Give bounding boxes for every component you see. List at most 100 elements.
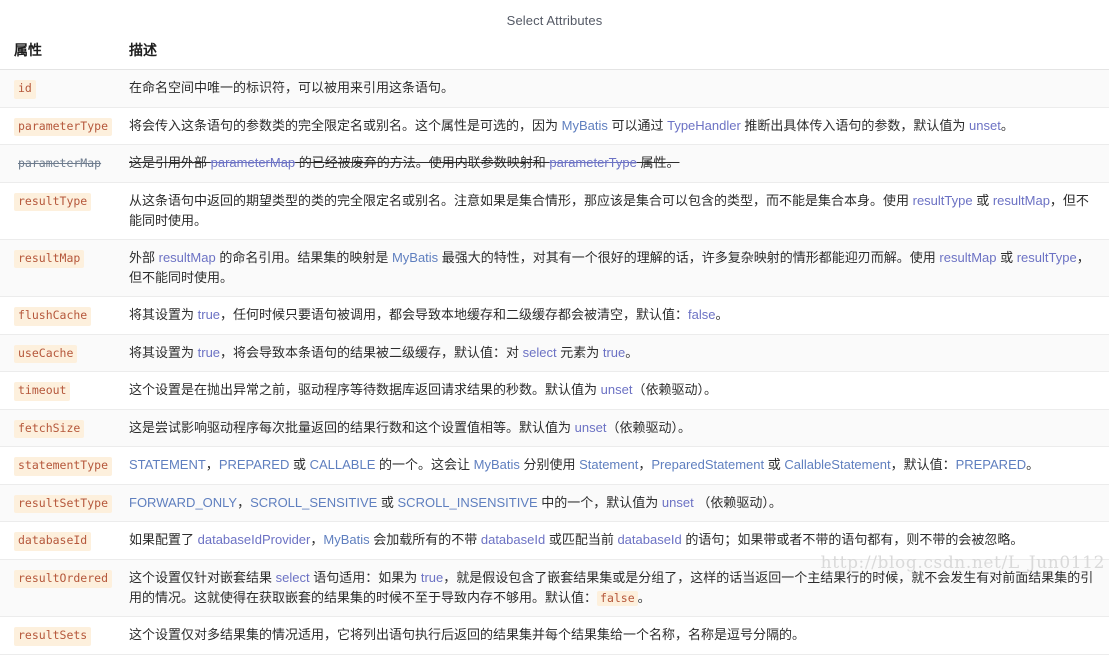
attribute-cell: resultMap — [0, 239, 125, 298]
inline-code: false — [597, 590, 638, 606]
attribute-name-chip: statementType — [14, 457, 113, 476]
table-row: parameterMap 这是引用外部 parameterMap 的已经被废弃的方… — [0, 144, 1109, 183]
inline-keyword: unset — [600, 382, 633, 398]
table-body: id 在命名空间中唯一的标识符，可以被用来引用这条语句。 parameterType… — [0, 69, 1109, 655]
table-row: statementType STATEMENT，PREPARED 或 CALLAB… — [0, 446, 1109, 485]
inline-keyword: databaseId — [480, 532, 546, 548]
table-row: flushCache 将其设置为 true，任何时候只要语句被调用，都会导致本地缓… — [0, 296, 1109, 335]
attribute-name-chip: resultMap — [14, 249, 85, 269]
inline-keyword: SCROLL_SENSITIVE — [250, 494, 378, 510]
attribute-name-chip: resultSetType — [14, 494, 113, 514]
inline-keyword: resultMap — [158, 249, 216, 265]
attribute-name-chip: flushCache — [14, 307, 92, 326]
attribute-cell: parameterMap — [0, 144, 125, 183]
inline-keyword: resultType — [1016, 249, 1077, 265]
attribute-name-chip: parameterType — [14, 117, 113, 137]
column-header-attribute: 属性 — [0, 37, 125, 70]
inline-keyword: select — [275, 569, 310, 585]
attribute-cell: resultSets — [0, 616, 125, 655]
table-row: resultOrdered 这个设置仅针对嵌套结果 select 语句适用：如果为… — [0, 559, 1109, 618]
inline-keyword: CALLABLE — [309, 457, 376, 473]
attribute-cell: resultSetType — [0, 484, 125, 523]
table-row: fetchSize 这是尝试影响驱动程序每次批量返回的结果行数和这个设置值相等。默… — [0, 409, 1109, 448]
table-row: id 在命名空间中唯一的标识符，可以被用来引用这条语句。 — [0, 69, 1109, 108]
inline-keyword: Statement — [579, 457, 639, 473]
description-cell: STATEMENT，PREPARED 或 CALLABLE 的一个。这会让 My… — [125, 446, 1109, 485]
inline-keyword: FORWARD_ONLY — [129, 494, 238, 510]
attribute-cell: resultType — [0, 182, 125, 240]
table-header-row: 属性 描述 — [0, 37, 1109, 70]
inline-keyword: PREPARED — [955, 457, 1027, 473]
table-row: timeout 这个设置是在抛出异常之前，驱动程序等待数据库返回请求结果的秒数。默… — [0, 371, 1109, 410]
inline-keyword: parameterMap — [210, 155, 296, 171]
table-row: resultMap 外部 resultMap 的命名引用。结果集的映射是 MyBa… — [0, 239, 1109, 298]
attribute-name-chip: id — [14, 80, 36, 99]
inline-keyword: true — [197, 307, 221, 323]
description-cell: 这个设置仅对多结果集的情况适用，它将列出语句执行后返回的结果集并每个结果集给一个… — [125, 616, 1109, 655]
description-cell: 如果配置了 databaseIdProvider，MyBatis 会加载所有的不… — [125, 521, 1109, 560]
description-cell: 这个设置仅针对嵌套结果 select 语句适用：如果为 true，就是假设包含了… — [125, 559, 1109, 618]
inline-keyword: parameterType — [549, 155, 637, 171]
table-row: resultSetType FORWARD_ONLY，SCROLL_SENSITI… — [0, 484, 1109, 523]
table-row: databaseId 如果配置了 databaseIdProvider，MyBat… — [0, 521, 1109, 560]
inline-keyword: databaseIdProvider — [197, 532, 311, 548]
description-cell: 这是尝试影响驱动程序每次批量返回的结果行数和这个设置值相等。默认值为 unset… — [125, 409, 1109, 448]
description-cell: FORWARD_ONLY，SCROLL_SENSITIVE 或 SCROLL_I… — [125, 484, 1109, 523]
attribute-name-chip: resultType — [14, 192, 92, 212]
table-row: useCache 将其设置为 true，将会导致本条语句的结果被二级缓存，默认值：… — [0, 334, 1109, 373]
description-cell: 这个设置是在抛出异常之前，驱动程序等待数据库返回请求结果的秒数。默认值为 uns… — [125, 371, 1109, 410]
inline-keyword: databaseId — [617, 532, 682, 548]
table-row: resultType 从这条语句中返回的期望类型的类的完全限定名或别名。注意如果是… — [0, 182, 1109, 240]
attribute-cell: fetchSize — [0, 409, 125, 448]
inline-keyword: false — [688, 307, 716, 323]
attribute-cell: timeout — [0, 371, 125, 410]
inline-keyword: CallableStatement — [784, 457, 891, 473]
attribute-cell: parameterType — [0, 107, 125, 146]
attribute-cell: id — [0, 69, 125, 108]
inline-keyword: unset — [969, 117, 1001, 133]
inline-keyword: select — [522, 344, 557, 360]
attribute-cell: useCache — [0, 334, 125, 373]
inline-keyword: SCROLL_INSENSITIVE — [397, 494, 538, 510]
table-caption: Select Attributes — [506, 13, 603, 28]
inline-keyword: PreparedStatement — [651, 457, 765, 473]
description-cell: 外部 resultMap 的命名引用。结果集的映射是 MyBatis 最强大的特… — [125, 239, 1109, 298]
description-cell: 将会传入这条语句的参数类的完全限定名或别名。这个属性是可选的，因为 MyBati… — [125, 107, 1109, 146]
select-attributes-table: 属性 描述 id 在命名空间中唯一的标识符，可以被用来引用这条语句。 paramet… — [0, 37, 1109, 655]
inline-keyword: STATEMENT — [129, 457, 206, 473]
inline-keyword: resultMap — [939, 249, 997, 265]
inline-keyword: resultType — [912, 192, 973, 208]
attribute-name-chip: resultSets — [14, 627, 92, 646]
table-header: 属性 描述 — [0, 37, 1109, 70]
attribute-name-chip: resultOrdered — [14, 569, 113, 589]
inline-keyword: PREPARED — [218, 457, 290, 473]
description-cell: 这是引用外部 parameterMap 的已经被废弃的方法。使用内联参数映射和 … — [125, 144, 1109, 183]
inline-keyword: unset — [574, 419, 607, 435]
description-cell: 在命名空间中唯一的标识符，可以被用来引用这条语句。 — [125, 69, 1109, 108]
attribute-name-chip: databaseId — [14, 532, 92, 551]
inline-keyword: resultMap — [992, 192, 1050, 208]
description-cell: 从这条语句中返回的期望类型的类的完全限定名或别名。注意如果是集合情形，那应该是集… — [125, 182, 1109, 240]
description-cell: 将其设置为 true，任何时候只要语句被调用，都会导致本地缓存和二级缓存都会被清… — [125, 296, 1109, 335]
inline-keyword: true — [420, 569, 444, 585]
inline-keyword: true — [197, 344, 221, 360]
attribute-name-chip: useCache — [14, 344, 78, 364]
attribute-cell: flushCache — [0, 296, 125, 335]
description-cell: 将其设置为 true，将会导致本条语句的结果被二级缓存，默认值：对 select… — [125, 334, 1109, 373]
table-row: resultSets 这个设置仅对多结果集的情况适用，它将列出语句执行后返回的结果… — [0, 616, 1109, 655]
attribute-name-chip: parameterMap — [18, 156, 102, 171]
attribute-cell: resultOrdered — [0, 559, 125, 618]
table-row: parameterType 将会传入这条语句的参数类的完全限定名或别名。这个属性是… — [0, 107, 1109, 146]
page-root: Select Attributes 属性 描述 id 在命名空间中唯一的标识符，可… — [0, 0, 1109, 655]
inline-keyword: MyBatis — [561, 117, 608, 133]
attribute-name-chip: fetchSize — [14, 419, 85, 439]
inline-keyword: true — [602, 344, 626, 360]
inline-keyword: unset — [661, 494, 694, 510]
attribute-name-chip: timeout — [14, 382, 71, 401]
inline-keyword: MyBatis — [391, 249, 439, 265]
inline-keyword: MyBatis — [323, 532, 370, 548]
attribute-cell: statementType — [0, 446, 125, 485]
inline-keyword: MyBatis — [473, 457, 520, 473]
column-header-description: 描述 — [125, 37, 1109, 70]
inline-keyword: TypeHandler — [667, 117, 741, 133]
